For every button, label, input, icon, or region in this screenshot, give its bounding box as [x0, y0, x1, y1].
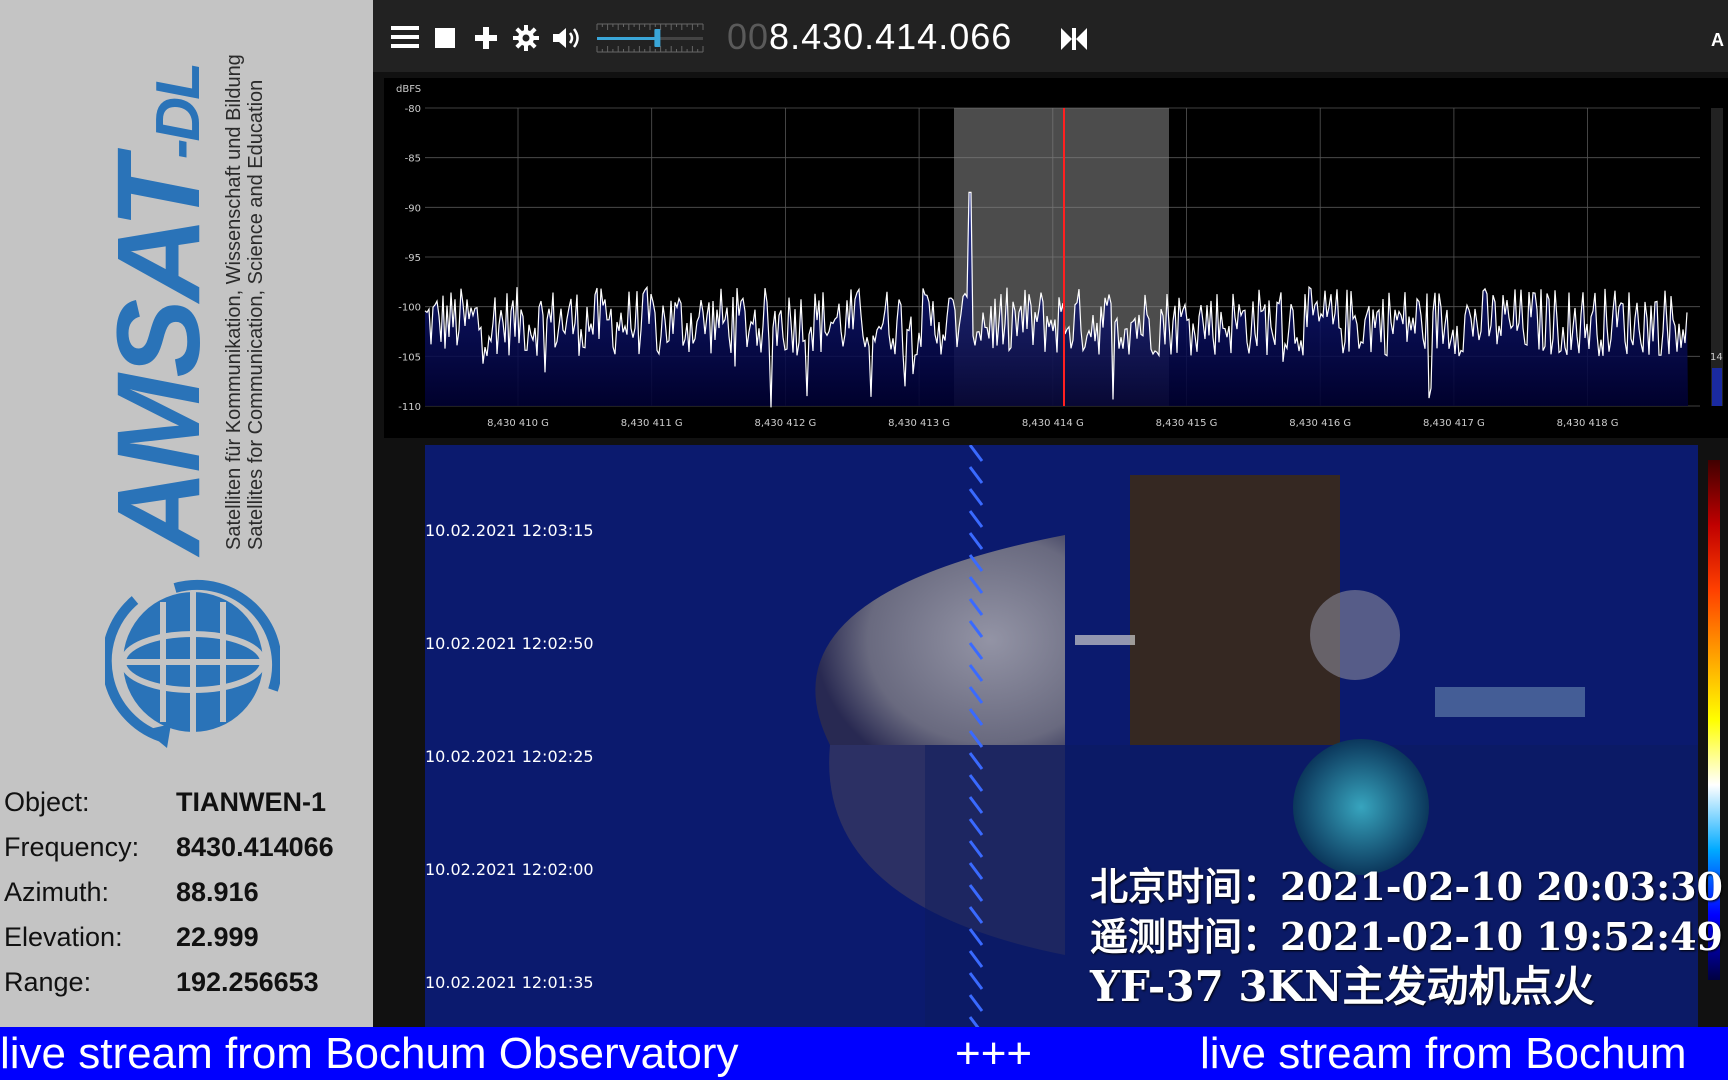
spectrum-y-tick: -90: [405, 203, 421, 214]
spacecraft-body-image: [1130, 475, 1340, 745]
range-value: 192.256653: [176, 967, 319, 997]
telemetry-time-caption: 遥测时间：2021-02-10 19:52:49: [1090, 914, 1723, 959]
elevation-value: 22.999: [176, 922, 259, 952]
spectrum-x-tick: 8,430 416 G: [1289, 418, 1351, 429]
info-row-azimuth: Azimuth: 88.916: [4, 870, 334, 915]
stop-icon[interactable]: [435, 28, 455, 48]
spectrum-plot[interactable]: dBFS -80 -85 -90 -95 -100 -105 -110 8,430 410 …: [384, 78, 1728, 438]
object-info-table: Object: TIANWEN-1 Frequency: 8430.414066…: [4, 780, 334, 1005]
gear-icon[interactable]: [513, 25, 539, 51]
info-row-frequency: Frequency: 8430.414066: [4, 825, 334, 870]
logo-wordmark: AMSAT-DL: [93, 64, 225, 555]
frequency-label: Frequency:: [4, 832, 140, 862]
object-value: TIANWEN-1: [176, 787, 326, 817]
spectrum-x-tick: 8,430 417 G: [1423, 418, 1485, 429]
logo-tagline-de: Satelliten für Kommunikation, Wissenscha…: [223, 54, 245, 550]
frequency-value: 8430.414066: [176, 832, 334, 862]
globe-icon: [105, 579, 280, 748]
sdr-toolbar: 008.430.414.066 A: [373, 0, 1728, 72]
elevation-label: Elevation:: [4, 922, 123, 952]
info-row-elevation: Elevation: 22.999: [4, 915, 334, 960]
swap-arrows-icon[interactable]: [1061, 28, 1087, 50]
frequency-display[interactable]: 008.430.414.066: [727, 16, 1012, 58]
speaker-icon[interactable]: [553, 26, 581, 50]
engine-ignition-caption: YF-37 3KN主发动机点火: [1090, 962, 1595, 1011]
spectrum-y-tick: -80: [405, 104, 421, 115]
spectrum-y-tick: -95: [405, 253, 421, 264]
spectrum-x-tick: 8,430 418 G: [1557, 418, 1619, 429]
spacecraft-capsule-image: [815, 535, 1065, 745]
spectrum-x-tick: 8,430 413 G: [888, 418, 950, 429]
plus-icon[interactable]: [475, 27, 497, 49]
waterfall-timestamp: 10.02.2021 12:03:15: [425, 521, 594, 540]
volume-slider[interactable]: [595, 18, 705, 58]
info-row-range: Range: 192.256653: [4, 960, 334, 1005]
ticker-text: live stream from Bochum Observatory: [0, 1029, 739, 1078]
spectrum-x-tick: 8,430 410 G: [487, 418, 549, 429]
spectrum-y-tick: -100: [398, 303, 421, 314]
mars-globe-image: [1293, 739, 1429, 875]
waterfall-timestamp: 10.02.2021 12:02:50: [425, 634, 594, 653]
range-label: Range:: [4, 967, 92, 997]
spectrum-unit-label: dBFS: [396, 84, 421, 95]
spectrum-level-fill: [1712, 368, 1722, 406]
spectrum-x-tick: 8,430 412 G: [754, 418, 816, 429]
amsat-dl-logo: AMSAT-DL Satelliten für Kommunikation, W…: [90, 30, 290, 760]
spectrum-x-tick: 8,430 415 G: [1156, 418, 1218, 429]
volume-slider-thumb[interactable]: [654, 29, 661, 47]
ticker-separator: +++: [955, 1029, 1033, 1078]
spectrum-y-tick: -105: [398, 352, 421, 363]
spectrum-y-tick: -85: [405, 154, 421, 165]
spectrum-x-tick: 8,430 414 G: [1022, 418, 1084, 429]
toolbar-right-edge: A: [1711, 30, 1724, 50]
left-info-panel: AMSAT-DL Satelliten für Kommunikation, W…: [0, 0, 373, 1027]
beijing-time-caption: 北京时间：2021-02-10 20:03:30: [1090, 864, 1723, 909]
azimuth-value: 88.916: [176, 877, 259, 907]
video-caption-overlay: 北京时间：2021-02-10 20:03:30 遥测时间：2021-02-10…: [1090, 862, 1723, 1012]
ticker-text: live stream from Bochum: [1200, 1029, 1687, 1078]
hamburger-menu-icon[interactable]: [391, 24, 419, 50]
waterfall-timestamp: 10.02.2021 12:02:25: [425, 747, 594, 766]
spectrum-right-label: 14: [1710, 352, 1723, 363]
object-label: Object:: [4, 787, 90, 817]
spectrum-x-tick: 8,430 411 G: [621, 418, 683, 429]
waterfall-timestamp: 10.02.2021 12:02:00: [425, 860, 594, 879]
news-ticker: live stream from Bochum Observatory +++ …: [0, 1027, 1728, 1080]
info-row-object: Object: TIANWEN-1: [4, 780, 334, 825]
logo-tagline-en: Satellites for Communication, Science an…: [245, 79, 267, 550]
azimuth-label: Azimuth:: [4, 877, 110, 907]
waterfall-timestamp: 10.02.2021 12:01:35: [425, 973, 594, 992]
spectrum-y-tick: -110: [398, 402, 421, 413]
